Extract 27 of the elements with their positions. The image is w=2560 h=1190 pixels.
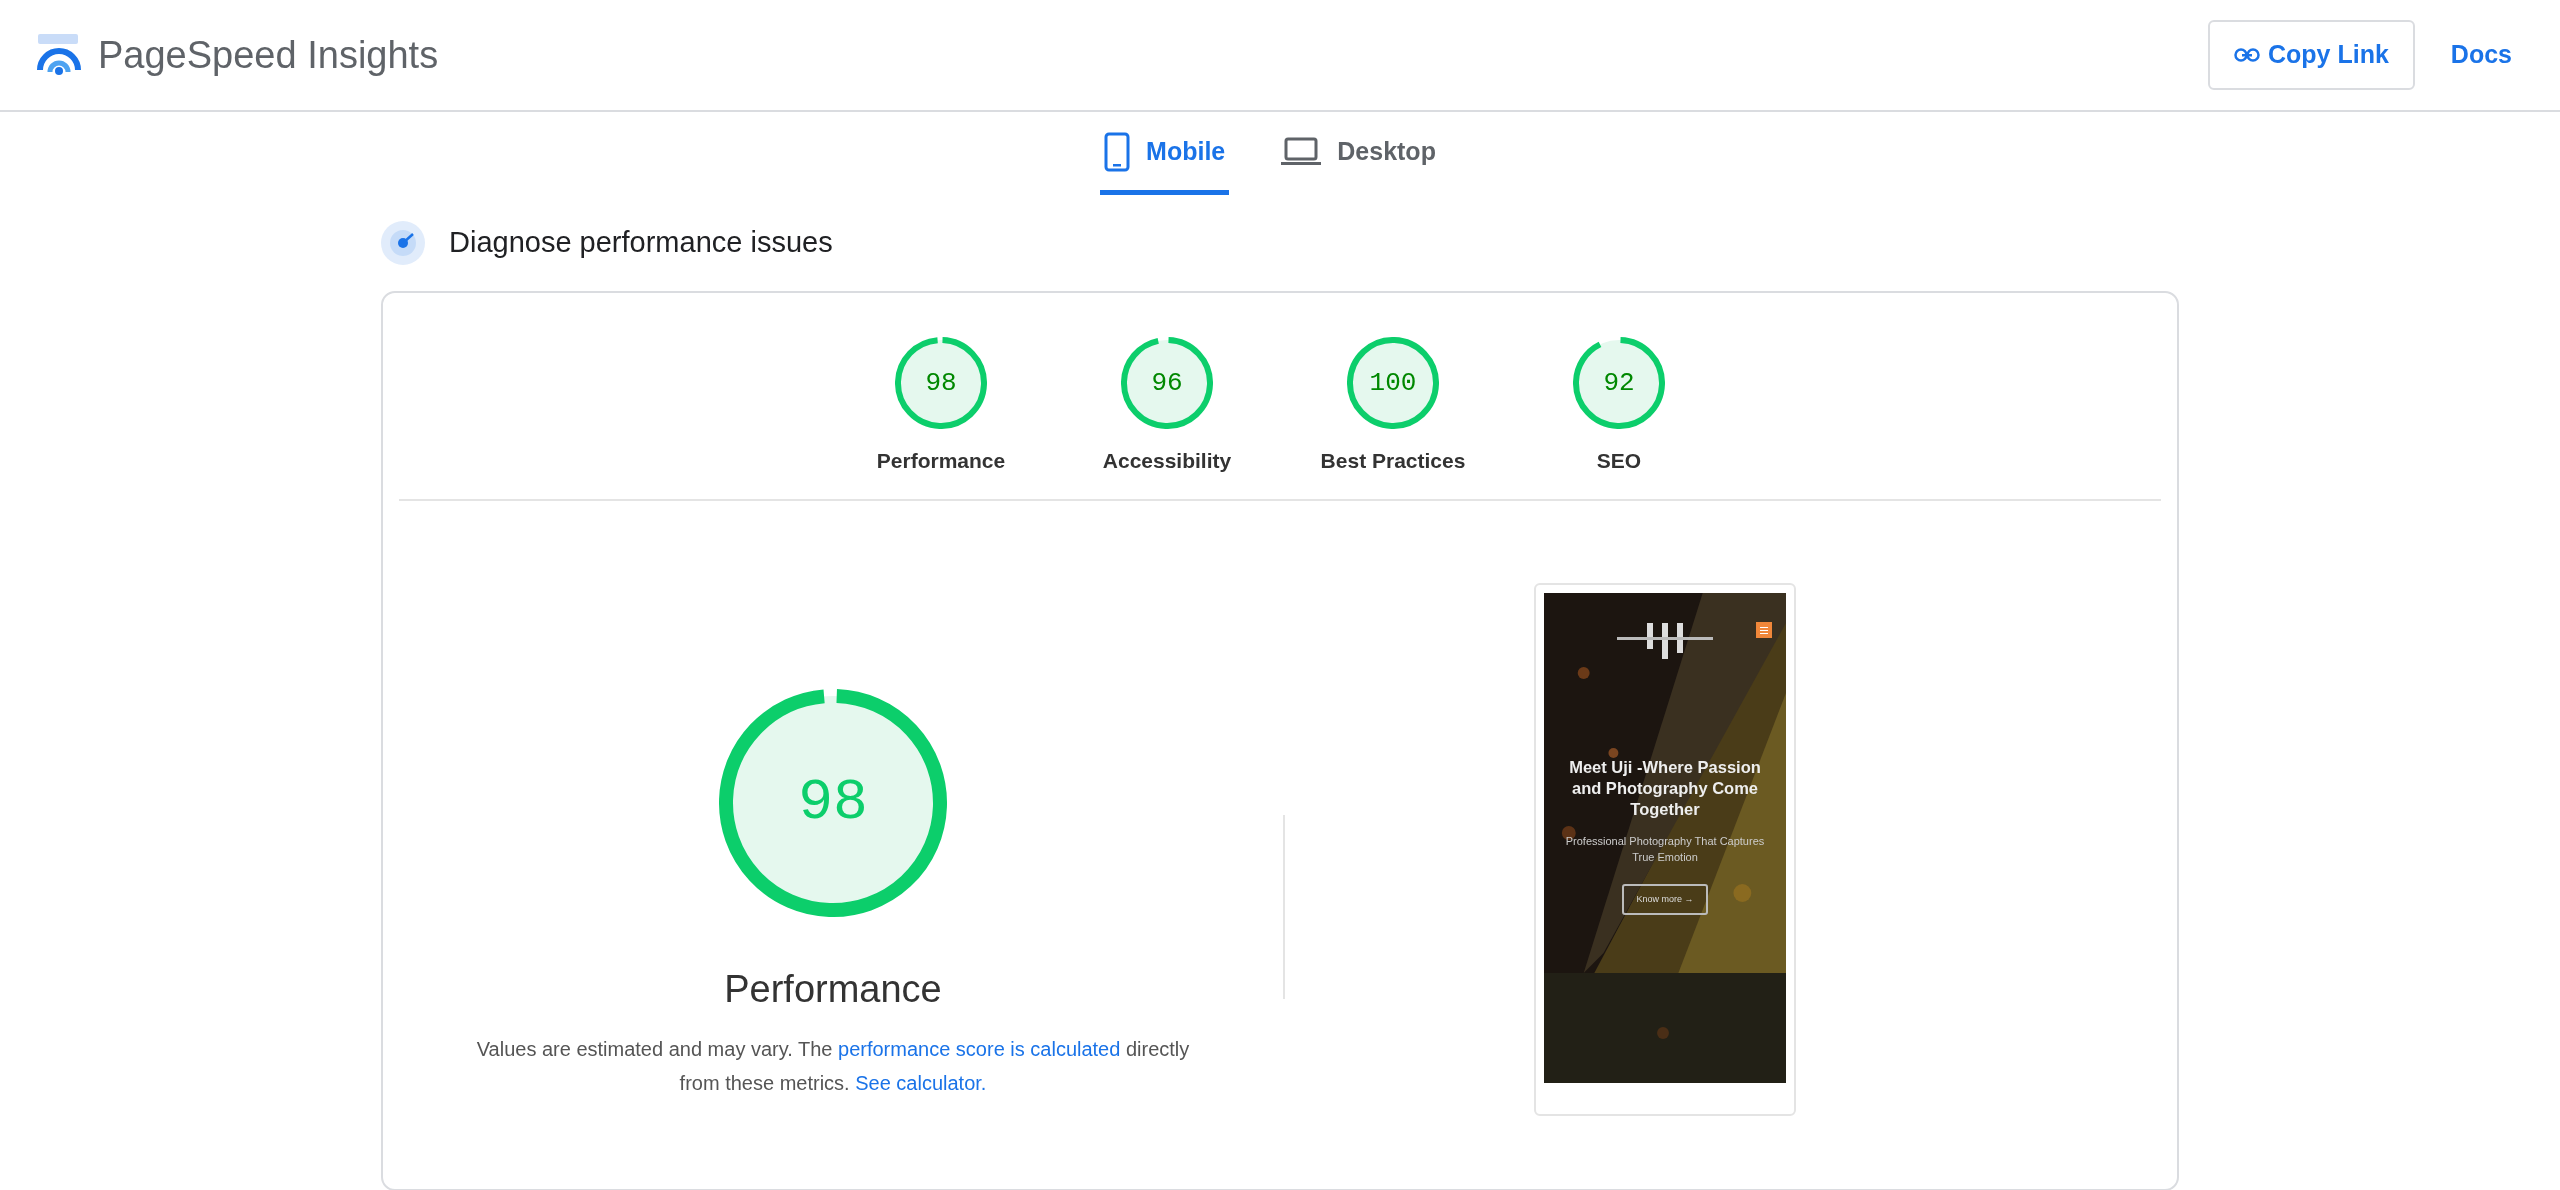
category-label: Best Practices	[1320, 448, 1466, 474]
score-value: 98	[798, 769, 868, 837]
hero-subtitle: Professional Photography That Captures True Emotion	[1564, 833, 1766, 866]
phone-icon	[1104, 132, 1131, 172]
know-more-button[interactable]: Know more →	[1622, 883, 1708, 916]
logo-icon	[36, 32, 82, 78]
category-label: Performance	[876, 448, 1006, 474]
score-value: 96	[1151, 366, 1183, 400]
category-label: SEO	[1596, 448, 1642, 474]
score-note: Values are estimated and may vary. The performance score is calculated directly from these metrics. See calculator.	[475, 1036, 1191, 1096]
inline-link[interactable]: performance score is calculated	[838, 1037, 1121, 1060]
device-tab[interactable]: Mobile	[1100, 112, 1230, 195]
category-label: Accessibility	[1102, 448, 1232, 474]
score-value: 98	[925, 366, 957, 400]
copy-link-button[interactable]: Copy Link	[2208, 20, 2415, 90]
laptop-icon	[1281, 137, 1322, 167]
link-icon	[2234, 48, 2260, 62]
device-tab[interactable]: Desktop	[1277, 112, 1440, 195]
radar-icon	[381, 221, 425, 265]
score-value: 92	[1603, 366, 1635, 400]
gauge-title: Performance	[724, 966, 942, 1012]
hero-heading: Meet Uji -Where Passion and Photography Come Together	[1568, 756, 1762, 821]
inline-link[interactable]: See calculator.	[855, 1071, 987, 1094]
docs-link[interactable]: Docs	[2438, 26, 2524, 84]
app-title: PageSpeed Insights	[98, 32, 439, 78]
score-value: 100	[1369, 366, 1417, 400]
section-heading: Diagnose performance issues	[449, 225, 833, 261]
